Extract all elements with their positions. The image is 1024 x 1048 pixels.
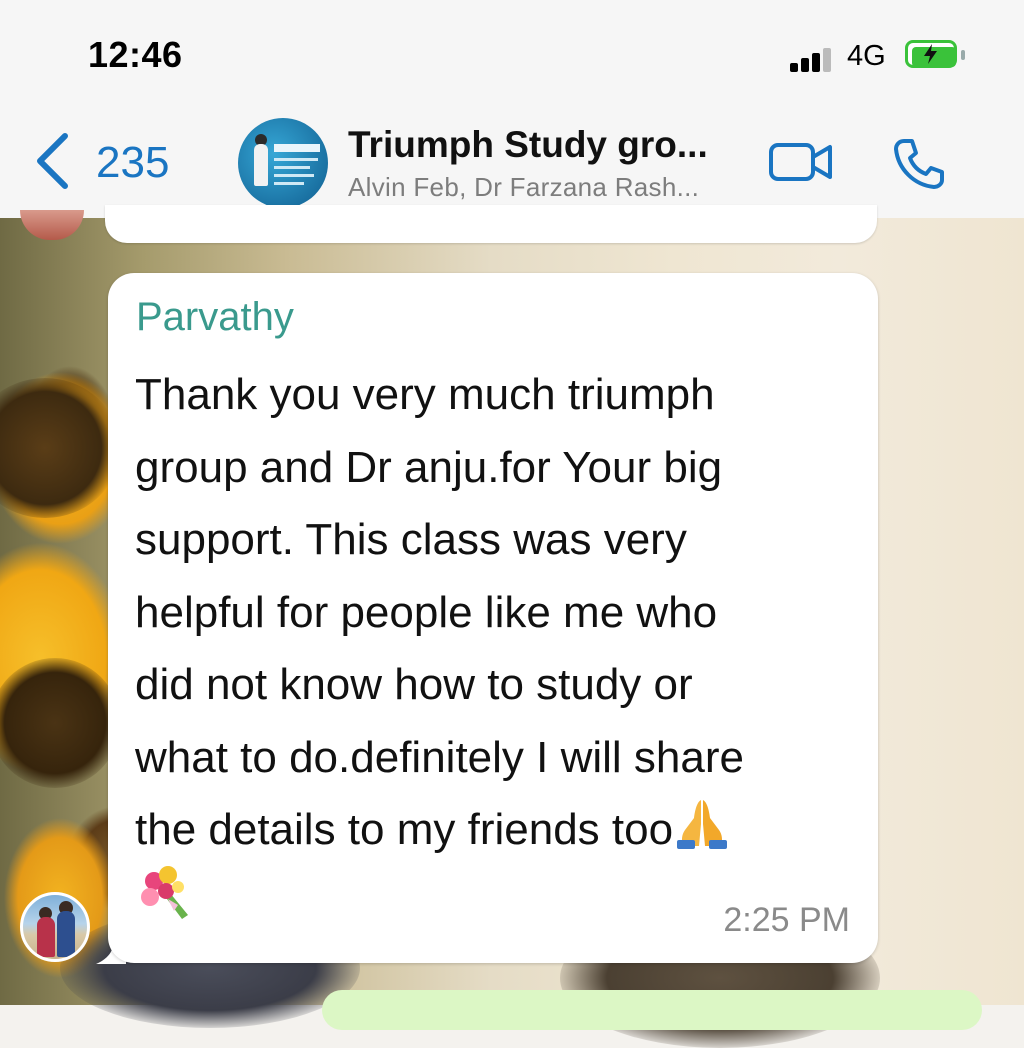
message-line: the details to my friends too: [135, 805, 674, 854]
sender-avatar[interactable]: [20, 892, 90, 962]
group-members[interactable]: Alvin Feb, Dr Farzana Rash...: [348, 172, 699, 203]
message-timestamp: 2:25 PM: [723, 901, 850, 939]
message-line: helpful for people like me who: [135, 587, 718, 637]
message-line: did not know how to study or: [135, 660, 693, 709]
battery-icon: [905, 40, 965, 72]
video-camera-icon[interactable]: [768, 140, 834, 189]
status-time: 12:46: [88, 34, 183, 75]
back-button-count[interactable]: 235: [96, 138, 169, 188]
chat-header: 235 Triumph Study gro... Alvin Feb, Dr F…: [0, 100, 1024, 219]
praying-hands-icon: [673, 796, 731, 873]
chevron-left-icon[interactable]: [32, 130, 72, 197]
group-avatar[interactable]: [238, 118, 328, 208]
message-line: group and Dr anju.for Your big: [135, 442, 723, 492]
network-label: 4G: [847, 40, 886, 72]
phone-icon[interactable]: [890, 136, 946, 197]
message-line: Thank you very much triumph: [135, 370, 715, 419]
message-text: Thank you very much triumph group and Dr…: [135, 359, 865, 873]
status-bar: 12:46 4G: [0, 0, 1024, 100]
next-message-bubble[interactable]: [322, 990, 982, 1030]
message-line: support. This class was very: [135, 515, 687, 564]
message-line: what to do.definitely I will share: [135, 732, 744, 782]
message-sender[interactable]: Parvathy: [136, 295, 294, 340]
bouquet-icon: [138, 865, 194, 928]
previous-message-bubble[interactable]: [105, 205, 877, 243]
message-line-last: the details to my friends too: [135, 794, 865, 873]
message-bubble[interactable]: Parvathy Thank you very much triumph gro…: [108, 273, 878, 963]
signal-icon: [790, 46, 836, 72]
group-title[interactable]: Triumph Study gro...: [348, 124, 708, 166]
